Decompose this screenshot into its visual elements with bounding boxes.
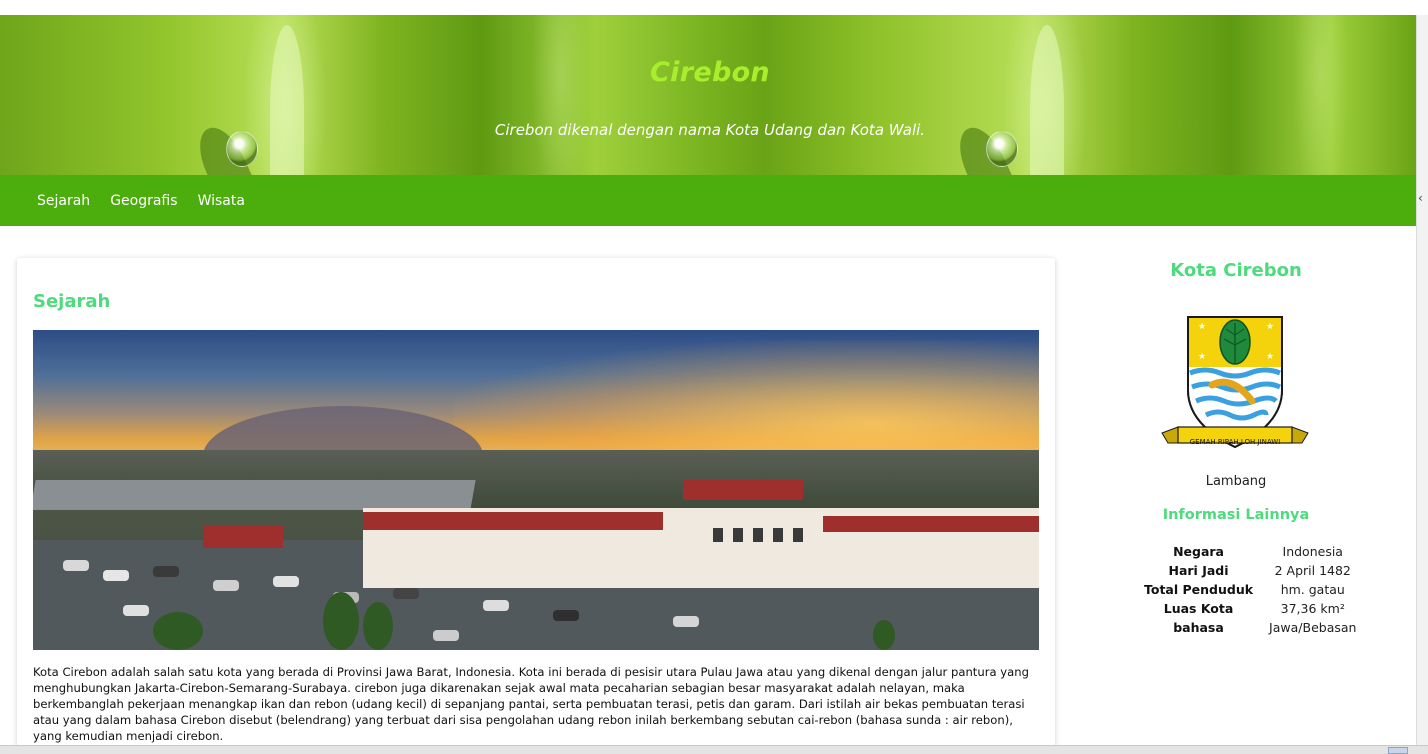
svg-text:★: ★ xyxy=(1198,322,1206,332)
site-tagline: Cirebon dikenal dengan nama Kota Udang d… xyxy=(494,121,926,139)
info-row: Total Penduduk hm. gatau xyxy=(1136,580,1364,599)
site-title: Cirebon xyxy=(650,57,770,88)
station-window xyxy=(713,528,723,542)
svg-text:★: ★ xyxy=(1198,352,1206,362)
sidebar-title: Kota Cirebon xyxy=(1170,260,1302,281)
station-platform-roof xyxy=(33,480,476,510)
parked-car xyxy=(213,580,239,591)
parked-car xyxy=(63,560,89,571)
info-row: bahasa Jawa/Bebasan xyxy=(1136,618,1364,637)
info-row: Negara Indonesia xyxy=(1136,542,1364,561)
section-title: Sejarah xyxy=(33,291,111,312)
tree xyxy=(873,620,895,650)
station-window xyxy=(753,528,763,542)
nav-link-sejarah[interactable]: Sejarah xyxy=(27,193,100,209)
content-card: Sejarah Kota Cirebon adalah salah satu k… xyxy=(17,258,1055,754)
sejarah-paragraph: Kota Cirebon adalah salah satu kota yang… xyxy=(33,665,1029,743)
info-row: Luas Kota 37,36 km² xyxy=(1136,599,1364,618)
station-window xyxy=(793,528,803,542)
window-top-strip xyxy=(0,0,1428,15)
station-roof-red xyxy=(823,516,1039,532)
tree xyxy=(363,602,393,650)
emblem-caption: Lambang xyxy=(1205,474,1267,489)
cirebon-station-photo xyxy=(33,330,1039,650)
info-key: bahasa xyxy=(1173,620,1224,635)
info-title: Informasi Lainnya xyxy=(1162,507,1310,523)
grass-blade-decoration xyxy=(1030,25,1064,175)
info-row: Hari Jadi 2 April 1482 xyxy=(1136,561,1364,580)
info-value: Jawa/Bebasan xyxy=(1269,620,1357,635)
nav-link-wisata[interactable]: Wisata xyxy=(188,193,255,209)
header-banner: Cirebon Cirebon dikenal dengan nama Kota… xyxy=(0,15,1416,175)
corner-button[interactable] xyxy=(1388,747,1408,754)
parked-car xyxy=(103,570,129,581)
info-value: 2 April 1482 xyxy=(1274,563,1351,578)
parked-car xyxy=(123,605,149,616)
parked-car xyxy=(483,600,509,611)
parked-car xyxy=(393,588,419,599)
main-navbar: Sejarah Geografis Wisata xyxy=(0,175,1416,226)
pavilion-roof xyxy=(203,526,283,548)
parked-car xyxy=(673,616,699,627)
mountain-silhouette xyxy=(203,406,483,456)
info-key: Hari Jadi xyxy=(1168,563,1229,578)
tree xyxy=(153,612,203,650)
info-key: Negara xyxy=(1173,544,1224,559)
info-key: Total Penduduk xyxy=(1144,582,1254,597)
info-value: Indonesia xyxy=(1282,544,1343,559)
info-table: Negara Indonesia Hari Jadi 2 April 1482 … xyxy=(1136,542,1364,637)
emblem-motto: GEMAH RIPAH LOH JINAWI xyxy=(1189,438,1281,446)
city-emblem-icon: ★ ★ ★ ★ xyxy=(1161,316,1309,449)
svg-text:★: ★ xyxy=(1266,352,1274,362)
station-roof-red xyxy=(683,480,803,500)
station-window xyxy=(733,528,743,542)
info-key: Luas Kota xyxy=(1163,601,1234,616)
svg-text:★: ★ xyxy=(1266,322,1274,332)
sunset-glow xyxy=(453,340,1039,460)
tree xyxy=(323,592,359,650)
parked-car xyxy=(153,566,179,577)
info-value: 37,36 km² xyxy=(1280,601,1345,616)
horizontal-scrollbar[interactable] xyxy=(0,745,1428,754)
parked-car xyxy=(433,630,459,641)
station-window xyxy=(773,528,783,542)
vertical-scrollbar[interactable] xyxy=(1416,15,1428,745)
info-value: hm. gatau xyxy=(1280,582,1345,597)
nav-link-geografis[interactable]: Geografis xyxy=(100,193,187,209)
parked-car xyxy=(273,576,299,587)
station-roof-red xyxy=(363,512,663,530)
chevron-left-icon[interactable]: ‹ xyxy=(1418,191,1423,205)
parked-car xyxy=(553,610,579,621)
grass-blade-decoration xyxy=(270,25,304,175)
